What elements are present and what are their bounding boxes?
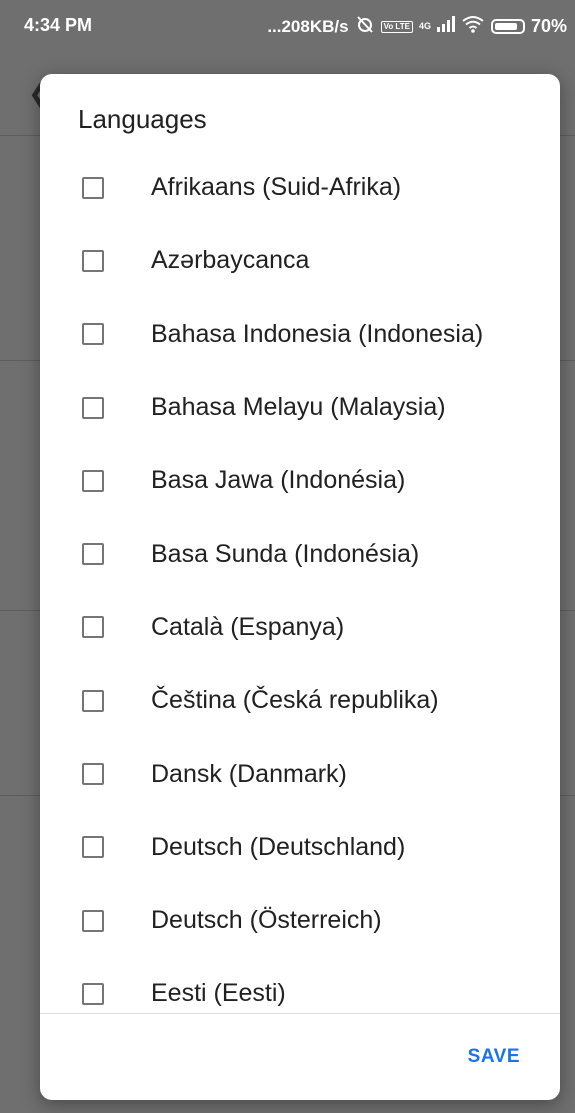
wifi-icon [461, 15, 485, 38]
net-speed: ...208KB/s [267, 16, 349, 36]
language-label: Català (Espanya) [151, 612, 345, 641]
language-item[interactable]: Català (Espanya) [40, 591, 560, 664]
languages-dialog: Languages Afrikaans (Suid-Afrika) Azərba… [40, 74, 560, 1100]
checkbox[interactable] [82, 249, 104, 272]
battery-icon [490, 19, 525, 34]
language-label: Deutsch (Österreich) [151, 906, 382, 935]
volte-icon: Vo LTE [380, 20, 413, 33]
language-label: Basa Sunda (Indonésia) [151, 539, 420, 568]
checkbox[interactable] [82, 909, 104, 932]
language-list[interactable]: Afrikaans (Suid-Afrika) Azərbaycanca Bah… [40, 151, 560, 1088]
status-icons: ...208KB/s Vo LTE 4G 70% [267, 14, 567, 39]
signal-icon [436, 16, 455, 37]
language-label: Deutsch (Deutschland) [151, 832, 406, 861]
status-time: 4:34 PM [24, 15, 93, 35]
checkbox[interactable] [82, 836, 104, 859]
checkbox[interactable] [82, 543, 104, 566]
status-bar: 4:34 PM ...208KB/s Vo LTE 4G 70% [0, 0, 575, 52]
dialog-title: Languages [78, 104, 207, 134]
language-item[interactable]: Azərbaycanca [40, 224, 560, 297]
checkbox[interactable] [82, 616, 104, 639]
save-button[interactable]: SAVE [468, 1046, 520, 1068]
language-label: Bahasa Indonesia (Indonesia) [151, 319, 484, 348]
battery-level: 70% [530, 16, 567, 36]
language-item[interactable]: Afrikaans (Suid-Afrika) [40, 151, 560, 224]
language-item[interactable]: Bahasa Melayu (Malaysia) [40, 371, 560, 444]
network-type: 4G [418, 21, 431, 31]
checkbox[interactable] [82, 396, 104, 419]
checkbox[interactable] [82, 323, 104, 346]
language-label: Azərbaycanca [151, 246, 310, 275]
language-item[interactable]: Dansk (Danmark) [40, 737, 560, 810]
language-item[interactable]: Basa Sunda (Indonésia) [40, 517, 560, 590]
checkbox[interactable] [82, 689, 104, 712]
language-item[interactable]: Čeština (Česká republika) [40, 664, 560, 737]
alarm-off-icon [355, 14, 375, 39]
language-label: Basa Jawa (Indonésia) [151, 466, 406, 495]
language-label: Bahasa Melayu (Malaysia) [151, 393, 446, 422]
checkbox[interactable] [82, 763, 104, 786]
language-item[interactable]: Deutsch (Österreich) [40, 884, 560, 957]
language-item[interactable]: Basa Jawa (Indonésia) [40, 444, 560, 517]
language-label: Afrikaans (Suid-Afrika) [151, 173, 402, 202]
dialog-footer: SAVE [40, 1013, 560, 1100]
checkbox[interactable] [82, 176, 104, 199]
language-item[interactable]: Deutsch (Deutschland) [40, 811, 560, 884]
checkbox[interactable] [82, 469, 104, 492]
language-label: Čeština (Česká republika) [151, 686, 439, 715]
language-item[interactable]: Bahasa Indonesia (Indonesia) [40, 298, 560, 371]
checkbox[interactable] [82, 982, 104, 1005]
language-label: Eesti (Eesti) [151, 979, 286, 1008]
language-label: Dansk (Danmark) [151, 759, 347, 788]
